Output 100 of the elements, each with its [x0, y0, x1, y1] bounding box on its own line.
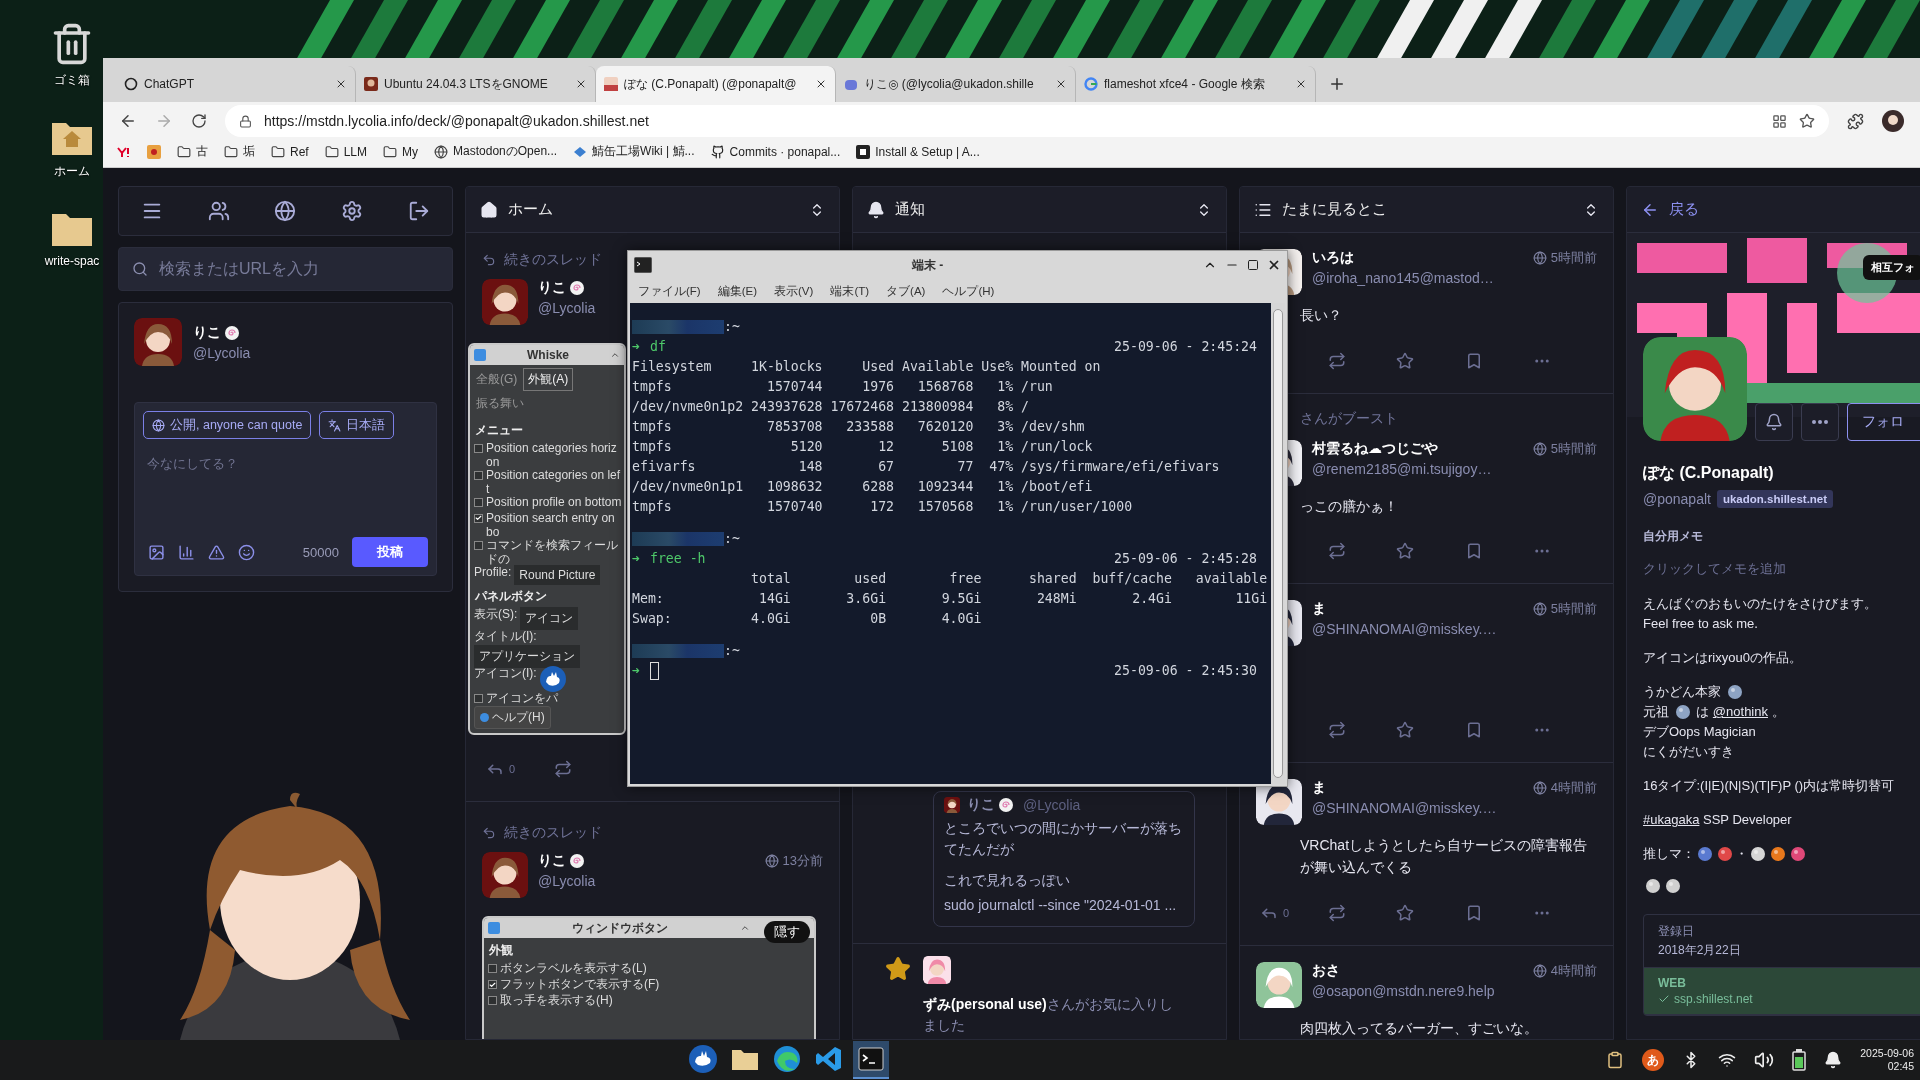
menu-item[interactable]: 端末(T) [830, 283, 870, 299]
bookmark-item[interactable]: Ref [271, 144, 309, 159]
display-name[interactable]: 村雲るね☁つじごや [1312, 439, 1438, 458]
output-line: total used free shared buff/cache available [750, 570, 1269, 588]
hide-button[interactable]: 隠す [764, 921, 810, 943]
display-name[interactable]: ま [1312, 779, 1326, 798]
follow-button[interactable]: フォロ [1847, 403, 1920, 441]
display-name[interactable]: おさ [1312, 961, 1340, 980]
checkbox-label: Position categories on left [486, 467, 622, 496]
post-time[interactable]: 5時間前 [1550, 600, 1597, 619]
bookmark-item[interactable]: Commits · ponapal... [710, 144, 841, 159]
field-label: タイトル(I): [474, 629, 537, 644]
prompt-text: :~ [724, 642, 740, 660]
profile-handle: @ponapalt [1643, 491, 1711, 507]
bio-text: 推しマ： ・ [1643, 844, 1920, 864]
menu-item[interactable]: 編集(E) [717, 283, 758, 299]
bookmark-item[interactable]: My [383, 144, 419, 159]
output-line: tmpfs 1570740 172 1570568 1% /run/user/1000 [632, 498, 1134, 516]
column-title: 通知 [895, 200, 926, 219]
dropdown[interactable]: アイコン [520, 606, 579, 630]
address-bar[interactable]: https://mstdn.lycolia.info/deck/@ponapalt@ukadon.shillest.net [225, 105, 1829, 137]
quoted-post[interactable]: りこ @Lycolia ところでいつの間にかサーバーが落ちてたんだが これで見れるっぽい sudo journalctl --since "2024-01-01 ... [933, 791, 1195, 927]
account-handle[interactable]: @iroha_nano145@mastod… [1312, 270, 1494, 286]
field-value[interactable]: ssp.shillest.net [1658, 992, 1920, 1006]
post-time[interactable]: 5時間前 [1550, 249, 1597, 267]
compose-box[interactable]: 公開, anyone can quote 日本語 今なにしてる？ 50000 投稿 [134, 402, 437, 576]
timestamp: 25-09-06 - 2:45:30 [1114, 662, 1257, 680]
post-time[interactable]: 4時間前 [1550, 961, 1597, 980]
settings-tab[interactable]: 全般(G) [471, 368, 523, 391]
account-handle[interactable]: @osapon@mstdn.nere9.help [1312, 982, 1495, 999]
display-name[interactable]: いろは [1312, 249, 1354, 267]
window-title: ウィンドウボタン [572, 919, 668, 937]
output-line: tmpfs 5120 12 5108 1% /run/lock [632, 438, 1094, 456]
timestamp: 25-09-06 - 2:45:24 [1114, 338, 1257, 356]
settings-tab[interactable]: 外観(A) [523, 368, 574, 391]
account-handle[interactable]: @Lycolia [538, 873, 596, 889]
icon-label[interactable]: write-spac [44, 254, 100, 268]
display-name[interactable]: ま [1312, 600, 1326, 619]
mutual-follow-badge: 相互フォ [1863, 255, 1920, 280]
account-handle[interactable]: @SHINANOMAI@misskey.… [1312, 800, 1497, 817]
reply-count: 0 [1283, 906, 1290, 919]
checkbox-label: フラットボタンで表示する(F) [500, 977, 661, 991]
checkbox-label: コマンドを検索フィールドの [486, 537, 619, 566]
checkbox-label: 取っ手を表示する(H) [500, 993, 614, 1007]
clock-date: 2025-09-06 [1860, 1047, 1914, 1060]
menu-item[interactable]: タブ(A) [886, 283, 926, 299]
bookmark-item[interactable]: 垢 [224, 143, 255, 160]
command-text: ➜ free -h [632, 550, 706, 568]
account-handle[interactable]: @renem2185@mi.tsujigoy… [1312, 460, 1492, 477]
search-field[interactable]: 検索またはURLを入力 [118, 247, 453, 291]
thread-label[interactable]: 続きのスレッド [504, 251, 602, 269]
bio-link[interactable]: @nothink [1712, 702, 1768, 722]
column-title: たまに見るとこ [1282, 200, 1388, 219]
menu-item[interactable]: ファイル(F) [638, 283, 701, 299]
note-field[interactable]: クリックしてメモを追加 [1639, 557, 1920, 580]
display-name[interactable]: りこ [538, 852, 566, 870]
menu-item[interactable]: 表示(V) [774, 283, 814, 299]
output-line: Mem: 14Gi 3.6Gi 9.5Gi 248Mi 2.4Gi 11Gi [632, 590, 1269, 608]
post-time[interactable]: 4時間前 [1550, 779, 1597, 798]
bio-text: #ukagaka SSP Developer [1643, 810, 1920, 830]
bookmark-item[interactable]: 古 [177, 143, 208, 160]
icon-label[interactable]: ホーム [54, 163, 90, 180]
output-line: Swap: 4.0Gi 0B 4.0Gi [632, 610, 983, 628]
post-time[interactable]: 13分前 [782, 852, 823, 870]
bookmark-item[interactable]: MastodonのOpen... [434, 143, 558, 160]
output-line: /dev/nvme0n1p2 243937628 17672468 213800984 8% / [632, 398, 1030, 416]
menu-item[interactable]: ヘルプ(H) [942, 283, 995, 299]
section-heading: パネルボタン [474, 587, 548, 605]
help-button[interactable]: ヘルプ(H) [474, 706, 551, 729]
section-heading: メニュー [474, 422, 524, 439]
language-button[interactable]: 日本語 [319, 411, 395, 439]
thread-label[interactable]: 続きのスレッド [504, 824, 602, 842]
output-line: Filesystem 1K-blocks Used Available Use% Mounted on [632, 358, 1102, 376]
dropdown[interactable]: Round Picture [514, 564, 601, 585]
reply-count: 0 [509, 763, 516, 775]
account-handle[interactable]: @SHINANOMAI@misskey.… [1312, 621, 1497, 638]
post-time[interactable]: 5時間前 [1550, 439, 1597, 458]
boost-label: さんがブースト [1299, 409, 1399, 428]
bio-text: アイコンはrixyou0の作品。 [1643, 649, 1803, 667]
clock-time: 02:45 [1887, 1060, 1914, 1073]
notification-text: ずみ(personal use)さんがお気に入りしました [923, 995, 1174, 1035]
bookmark-item[interactable]: 鯖缶工場Wiki | 鯖... [573, 143, 695, 160]
visibility-button[interactable]: 公開, anyone can quote [143, 411, 312, 439]
character-count: 50000 [302, 544, 339, 560]
bio-link[interactable]: #ukagaka [1643, 810, 1700, 830]
output-line: efivarfs 148 67 77 47% /sys/firmware/efi/efivars [632, 458, 1221, 476]
account-handle[interactable]: @Lycolia [538, 300, 596, 316]
settings-tab[interactable]: 振る舞い [471, 392, 529, 415]
input-method-indicator[interactable]: あ [1642, 1049, 1665, 1071]
dropdown[interactable]: アプリケーション [474, 645, 580, 669]
bookmark-item[interactable]: Install & Setup | A... [856, 144, 980, 159]
bookmark-item[interactable]: LLM [324, 144, 368, 159]
post-button[interactable]: 投稿 [352, 537, 428, 567]
bio-text: 16タイプ:(I|E)(N|S)(T|F)P ()内は常時切替可 [1643, 777, 1896, 795]
account-handle: @Lycolia [193, 344, 251, 361]
bio-text: うかどん本家 [1643, 682, 1920, 702]
icon-label[interactable]: ゴミ箱 [54, 72, 90, 89]
display-name[interactable]: りこ [538, 279, 566, 297]
field-value: 2018年2月22日 [1658, 942, 1742, 959]
browser-tab[interactable]: ぽな (C.Ponapalt) (@ponapalt@ [596, 66, 836, 102]
